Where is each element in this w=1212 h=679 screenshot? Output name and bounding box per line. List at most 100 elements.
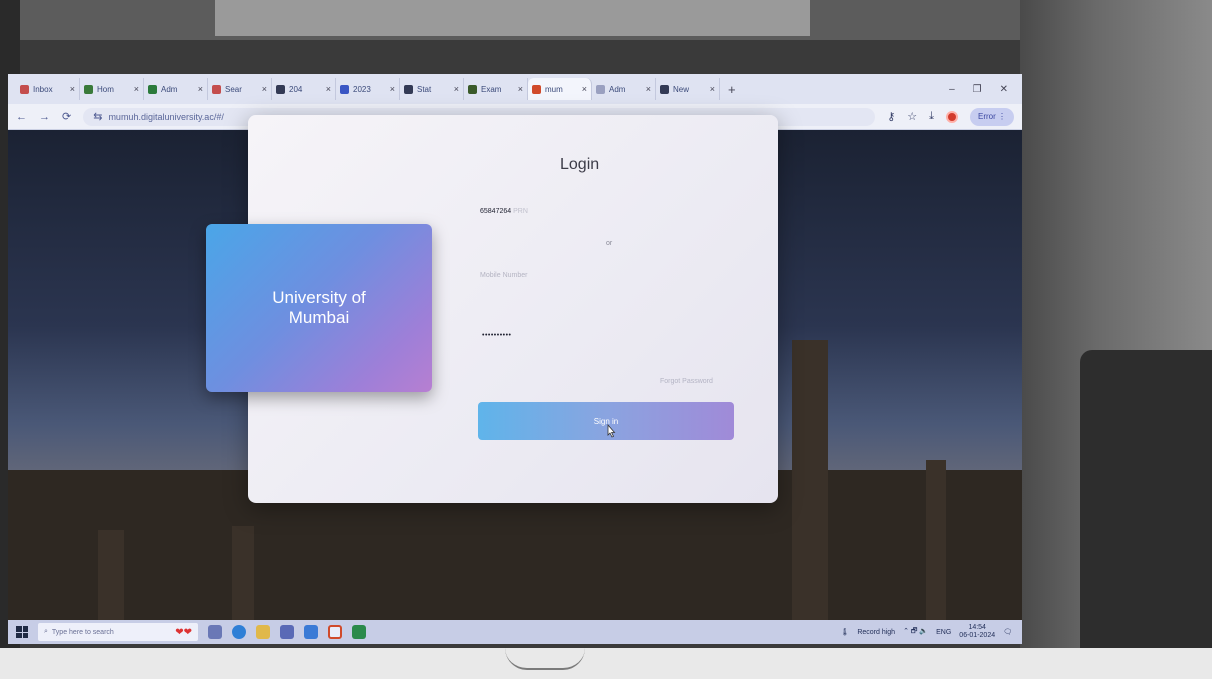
username-placeholder-tail: PRN	[513, 208, 528, 215]
tab-close-icon[interactable]: ×	[710, 84, 715, 94]
tab-close-icon[interactable]: ×	[518, 84, 523, 94]
taskbar-search[interactable]: ⌕ Type here to search ❤❤	[38, 623, 198, 641]
search-highlight-icon: ❤❤	[175, 626, 192, 638]
file-explorer-icon[interactable]	[256, 625, 270, 639]
chrome-icon[interactable]	[328, 625, 342, 639]
browser-tab[interactable]: Inbox ×	[16, 78, 80, 100]
download-icon[interactable]: ⤓	[929, 110, 934, 123]
tab-label: 2023	[353, 84, 371, 94]
back-button[interactable]: ←	[16, 111, 27, 123]
windows-taskbar: ⌕ Type here to search ❤❤ 🌡 Record high ⌃…	[8, 620, 1022, 644]
system-tray: 🌡 Record high ⌃ 🗗 🔈 ENG 14:54 06-01-2024…	[840, 624, 1022, 640]
tab-close-icon[interactable]: ×	[390, 84, 395, 94]
tab-label: 204	[289, 84, 303, 94]
tower-left	[98, 530, 124, 620]
error-chip[interactable]: Error ⋮	[970, 107, 1014, 126]
mail-icon[interactable]	[304, 625, 318, 639]
tab-favicon-icon	[404, 84, 413, 94]
thermometer-icon: 🌡	[840, 629, 850, 636]
tray-icons[interactable]: ⌃ 🗗 🔈	[903, 627, 928, 638]
clock-time: 14:54	[968, 624, 986, 631]
username-value: 65847264	[480, 208, 512, 215]
edge-icon[interactable]	[232, 625, 246, 639]
browser-tab[interactable]: mum ×	[528, 78, 592, 100]
close-window-button[interactable]: ✕	[1000, 84, 1008, 95]
password-field[interactable]: ••••••••••	[482, 332, 512, 339]
language-indicator[interactable]: ENG	[936, 629, 951, 636]
username-field[interactable]: 65847264 PRN	[480, 208, 528, 215]
browser-tab[interactable]: New ×	[656, 78, 720, 100]
tab-favicon-icon	[84, 84, 93, 94]
browser-tab[interactable]: Sear ×	[208, 78, 272, 100]
tab-label: Hom	[97, 84, 114, 94]
search-placeholder: Type here to search	[51, 628, 114, 636]
maximize-button[interactable]: ❐	[973, 84, 982, 95]
mouse-pointer-icon	[607, 424, 616, 438]
tower-left-2	[232, 526, 254, 620]
tower-spire-small	[926, 460, 946, 620]
tab-label: Sear	[225, 84, 242, 94]
browser-tab[interactable]: 2023 ×	[336, 78, 400, 100]
notifications-icon[interactable]: 🗨	[1003, 628, 1012, 636]
brand-panel: University of Mumbai	[206, 224, 432, 392]
university-name: University of Mumbai	[272, 288, 366, 327]
or-separator: or	[606, 240, 613, 247]
tab-label: Exam	[481, 84, 502, 94]
browser-tabstrip: Inbox × Hom × Adm × Sear × 204 × 2023 × Stat × Exam × mu…	[8, 74, 1022, 104]
tab-favicon-icon	[596, 84, 605, 94]
login-title: Login	[560, 156, 600, 173]
tab-favicon-icon	[212, 84, 221, 94]
window-controls: – ❐ ✕	[949, 84, 1022, 95]
store-icon[interactable]	[280, 625, 294, 639]
tab-favicon-icon	[148, 84, 157, 94]
tab-label: Stat	[417, 84, 432, 94]
tab-label: Adm	[609, 84, 626, 94]
tab-close-icon[interactable]: ×	[198, 84, 203, 94]
tab-favicon-icon	[20, 84, 29, 94]
forgot-password-link[interactable]: Forgot Password	[660, 378, 713, 385]
search-icon: ⌕	[44, 628, 48, 635]
profile-avatar[interactable]	[946, 110, 958, 123]
handwritten-mark	[505, 648, 585, 670]
tab-favicon-icon	[532, 84, 541, 94]
tab-label: Inbox	[33, 84, 53, 94]
tower-spire	[792, 340, 828, 620]
tab-close-icon[interactable]: ×	[70, 84, 75, 94]
site-info-icon[interactable]: ⇆	[93, 110, 102, 123]
browser-tab[interactable]: 204 ×	[272, 78, 336, 100]
reload-button[interactable]: ⟳	[62, 110, 71, 123]
tab-close-icon[interactable]: ×	[582, 84, 587, 94]
paper-bottom-edge	[0, 648, 1212, 679]
browser-tab[interactable]: Adm ×	[144, 78, 208, 100]
clock-date: 06-01-2024	[959, 632, 996, 639]
tab-close-icon[interactable]: ×	[326, 84, 331, 94]
paper-sheet	[215, 0, 810, 36]
windows-start-icon[interactable]	[16, 626, 28, 638]
mobile-number-field[interactable]: Mobile Number	[480, 272, 527, 279]
tab-favicon-icon	[340, 84, 349, 94]
tab-label: mum	[545, 84, 563, 94]
browser-tab[interactable]: Stat ×	[400, 78, 464, 100]
task-view-icon[interactable]	[208, 625, 222, 639]
browser-tab[interactable]: Adm ×	[592, 78, 656, 100]
password-key-icon[interactable]: ⚷	[887, 110, 895, 123]
tab-close-icon[interactable]: ×	[262, 84, 267, 94]
browser-tab[interactable]: Hom ×	[80, 78, 144, 100]
url-text: mumuh.digitaluniversity.ac/#/	[108, 111, 224, 122]
clock[interactable]: 14:54 06-01-2024	[959, 624, 995, 640]
bookmark-star-icon[interactable]: ☆	[907, 110, 917, 123]
tab-favicon-icon	[276, 84, 285, 94]
tab-close-icon[interactable]: ×	[646, 84, 651, 94]
tab-close-icon[interactable]: ×	[454, 84, 459, 94]
weather-text[interactable]: Record high	[857, 629, 895, 636]
tab-close-icon[interactable]: ×	[134, 84, 139, 94]
excel-icon[interactable]	[352, 625, 366, 639]
new-tab-button[interactable]: +	[720, 82, 744, 97]
minimize-button[interactable]: –	[949, 84, 955, 95]
browser-tab[interactable]: Exam ×	[464, 78, 528, 100]
desk-object	[1080, 350, 1212, 648]
forward-button[interactable]: →	[39, 111, 50, 123]
tab-favicon-icon	[468, 84, 477, 94]
tab-label: Adm	[161, 84, 178, 94]
tab-label: New	[673, 84, 690, 94]
